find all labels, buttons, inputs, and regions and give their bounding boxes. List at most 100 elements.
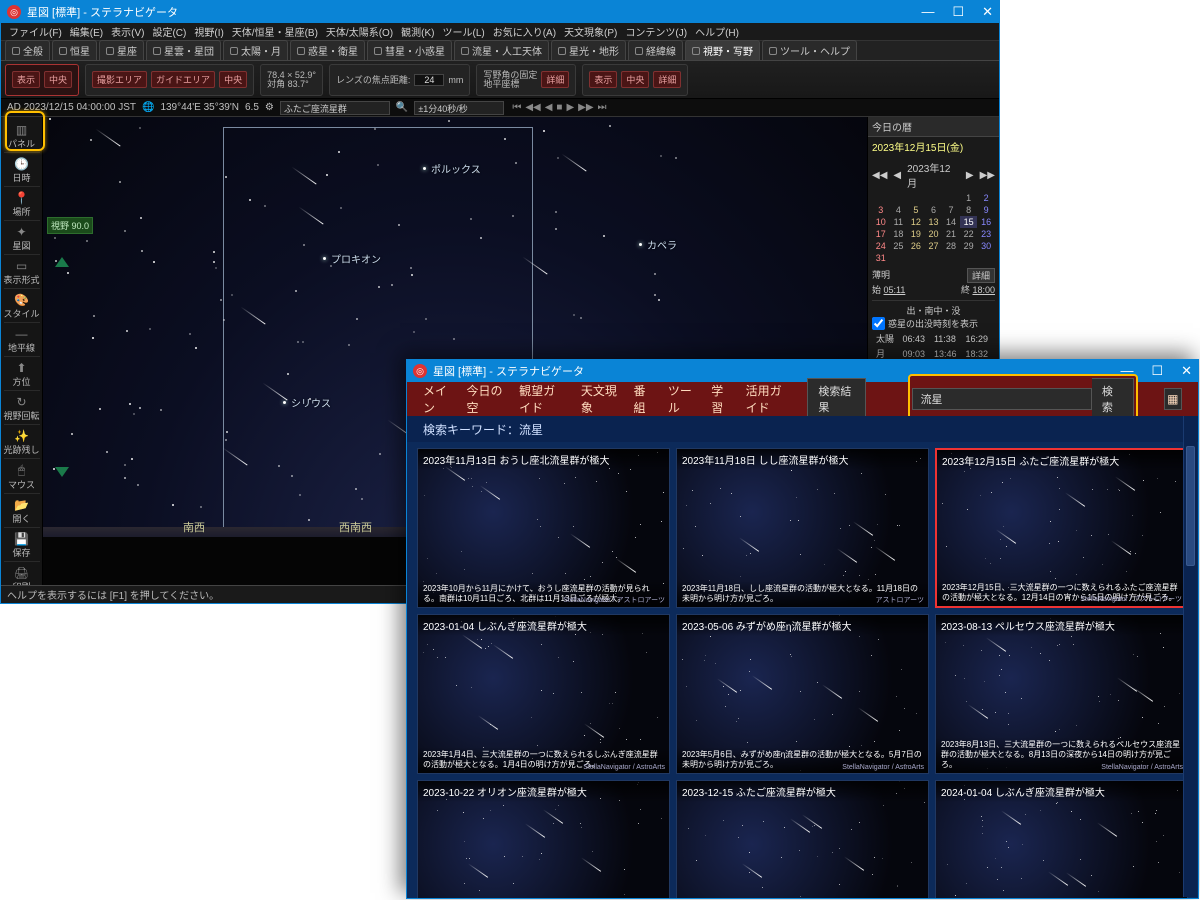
result-card[interactable]: 2023年12月15日 ふたご座流星群が極大2023年12月15日、三大流星群の… (935, 448, 1188, 608)
sidetool-場所[interactable]: 📍場所 (4, 189, 40, 221)
ribbon-tabs[interactable]: 全般恒星星座星雲・星団太陽・月惑星・衛星彗星・小惑星流星・人工天体星光・地形経緯… (1, 41, 999, 61)
ribbon-tab[interactable]: 視野・写野 (685, 40, 760, 60)
twilight-detail-button[interactable]: 詳細 (967, 268, 995, 283)
ribbon-tab[interactable]: 惑星・衛星 (290, 40, 365, 60)
sidetool-地平線[interactable]: —地平線 (4, 325, 40, 357)
ribbon-tab[interactable]: 全般 (5, 40, 50, 60)
menu-item[interactable]: コンテンツ(J) (623, 24, 689, 39)
cal-day[interactable] (925, 252, 943, 264)
cal-day[interactable] (890, 192, 908, 204)
sidetool-パネル[interactable]: ▥パネル (4, 121, 40, 153)
ribbon-tab[interactable]: 経緯線 (628, 40, 683, 60)
content-menu-item[interactable]: 学習 (711, 382, 729, 416)
sidetool-スタイル[interactable]: 🎨スタイル (4, 291, 40, 323)
menu-item[interactable]: ヘルプ(H) (693, 24, 741, 39)
result-card[interactable]: 2023-01-04 しぶんぎ座流星群が極大2023年1月4日、三大流星群の一つ… (417, 614, 670, 774)
ribbon-tab[interactable]: 星座 (99, 40, 144, 60)
cal-day[interactable]: 23 (977, 228, 995, 240)
menu-item[interactable]: 編集(E) (68, 24, 105, 39)
ribbon-tab[interactable]: 星光・地形 (551, 40, 626, 60)
step-dropdown[interactable]: ±1分40秒/秒 (414, 101, 504, 115)
cal-day[interactable] (872, 192, 890, 204)
cal-day[interactable] (907, 252, 925, 264)
location-text[interactable]: 139°44'E 35°39'N (160, 102, 239, 113)
cal-day[interactable]: 22 (960, 228, 978, 240)
mosaic-detail-button[interactable]: 詳細 (653, 71, 681, 88)
target-dropdown[interactable]: ふたご座流星群 (280, 101, 390, 115)
sidetool-保存[interactable]: 💾保存 (4, 530, 40, 562)
menubar[interactable]: ファイル(F)編集(E)表示(V)設定(C)視野(I)天体/恒星・星座(B)天体… (1, 23, 999, 41)
cal-day[interactable]: 15 (960, 216, 978, 228)
shoot-area-button[interactable]: 撮影エリア (92, 71, 147, 88)
maximize-button[interactable]: ☐ (1151, 363, 1163, 379)
cal-day[interactable]: 24 (872, 240, 890, 252)
result-card[interactable]: 2023-08-13 ペルセウス座流星群が極大2023年8月13日、三大流星群の… (935, 614, 1188, 774)
fov-center-button[interactable]: 中央 (44, 71, 72, 88)
cal-day[interactable]: 5 (907, 204, 925, 216)
cal-day[interactable]: 3 (872, 204, 890, 216)
result-card[interactable]: 2023-12-15 ふたご座流星群が極大 (676, 780, 929, 898)
cal-day[interactable]: 1 (960, 192, 978, 204)
content-menu-item[interactable]: 今日の空 (466, 382, 503, 416)
cal-day[interactable]: 30 (977, 240, 995, 252)
search-button[interactable]: 検索 (1092, 378, 1134, 420)
cal-day[interactable]: 7 (942, 204, 960, 216)
content-menu-item[interactable]: 活用ガイド (746, 382, 792, 416)
cal-day[interactable]: 2 (977, 192, 995, 204)
sidetool-視野回転[interactable]: ↻視野回転 (4, 393, 40, 425)
cal-day[interactable]: 12 (907, 216, 925, 228)
ribbon-tab[interactable]: 恒星 (52, 40, 97, 60)
sidetool-星図[interactable]: ✦星図 (4, 223, 40, 255)
content-menu-item[interactable]: 天文現象 (581, 382, 618, 416)
cal-day[interactable]: 21 (942, 228, 960, 240)
ribbon-tab[interactable]: 彗星・小惑星 (367, 40, 452, 60)
result-card[interactable]: 2023年11月13日 おうし座北流星群が極大2023年10月から11月にかけて… (417, 448, 670, 608)
result-card[interactable]: 2023-05-06 みずがめ座η流星群が極大2023年5月6日、みずがめ座η流… (676, 614, 929, 774)
cal-day[interactable]: 4 (890, 204, 908, 216)
side-toolbar[interactable]: ▥パネル🕒日時📍場所✦星図▭表示形式🎨スタイル—地平線⬆方位↻視野回転✨光跡残し… (1, 117, 43, 585)
result-card[interactable]: 2023-10-22 オリオン座流星群が極大 (417, 780, 670, 898)
cal-day[interactable]: 11 (890, 216, 908, 228)
cal-day[interactable]: 31 (872, 252, 890, 264)
cal-day[interactable] (890, 252, 908, 264)
menu-item[interactable]: ファイル(F) (7, 24, 64, 39)
cal-next-year[interactable]: ▶▶ (980, 170, 995, 181)
cal-day[interactable]: 27 (925, 240, 943, 252)
maximize-button[interactable]: ☐ (952, 4, 964, 20)
cal-day[interactable]: 17 (872, 228, 890, 240)
cal-day[interactable]: 18 (890, 228, 908, 240)
result-card[interactable]: 2023年11月18日 しし座流星群が極大2023年11月18日、しし座流星群の… (676, 448, 929, 608)
close-button[interactable]: ✕ (1181, 363, 1192, 379)
fov-show-button[interactable]: 表示 (12, 71, 40, 88)
fov-detail-button[interactable]: 詳細 (541, 71, 569, 88)
content-menubar[interactable]: メイン今日の空観望ガイド天文現象番組ツール学習活用ガイド 検索結果 検索 ▦ (407, 382, 1198, 416)
cal-day[interactable] (925, 192, 943, 204)
scrollbar-thumb[interactable] (1186, 446, 1195, 566)
titlebar[interactable]: ◎ 星図 [標準] - ステラナビゲータ — ☐ ✕ (1, 1, 999, 23)
cal-day[interactable] (942, 252, 960, 264)
cal-day[interactable] (977, 252, 995, 264)
search-results-button[interactable]: 検索結果 (807, 378, 865, 420)
sidetool-方位[interactable]: ⬆方位 (4, 359, 40, 391)
date-text[interactable]: AD 2023/12/15 04:00:00 JST (7, 102, 136, 113)
content-menu-item[interactable]: ツール (668, 382, 695, 416)
cal-day[interactable]: 29 (960, 240, 978, 252)
cal-day[interactable]: 9 (977, 204, 995, 216)
cal-next-month[interactable]: ▶ (966, 170, 974, 181)
sidetool-マウス[interactable]: 🖱マウス (4, 461, 40, 494)
mosaic-center-button[interactable]: 中央 (621, 71, 649, 88)
cal-day[interactable]: 20 (925, 228, 943, 240)
menu-item[interactable]: ツール(L) (440, 24, 486, 39)
sidetool-光跡残し[interactable]: ✨光跡残し (4, 427, 40, 459)
cal-prev-month[interactable]: ◀ (893, 170, 901, 181)
menu-item[interactable]: 天文現象(P) (562, 24, 619, 39)
cal-day[interactable]: 28 (942, 240, 960, 252)
cal-day[interactable]: 26 (907, 240, 925, 252)
focal-input[interactable] (414, 74, 444, 86)
cal-day[interactable]: 6 (925, 204, 943, 216)
scrollbar[interactable] (1183, 416, 1197, 897)
content-menu-item[interactable]: 番組 (634, 382, 652, 416)
transport[interactable]: ⏮◀◀◀■▶▶▶⏭ (510, 102, 608, 113)
menu-item[interactable]: 観測(K) (399, 24, 436, 39)
sidetool-印刷[interactable]: 🖨印刷 (4, 564, 40, 585)
